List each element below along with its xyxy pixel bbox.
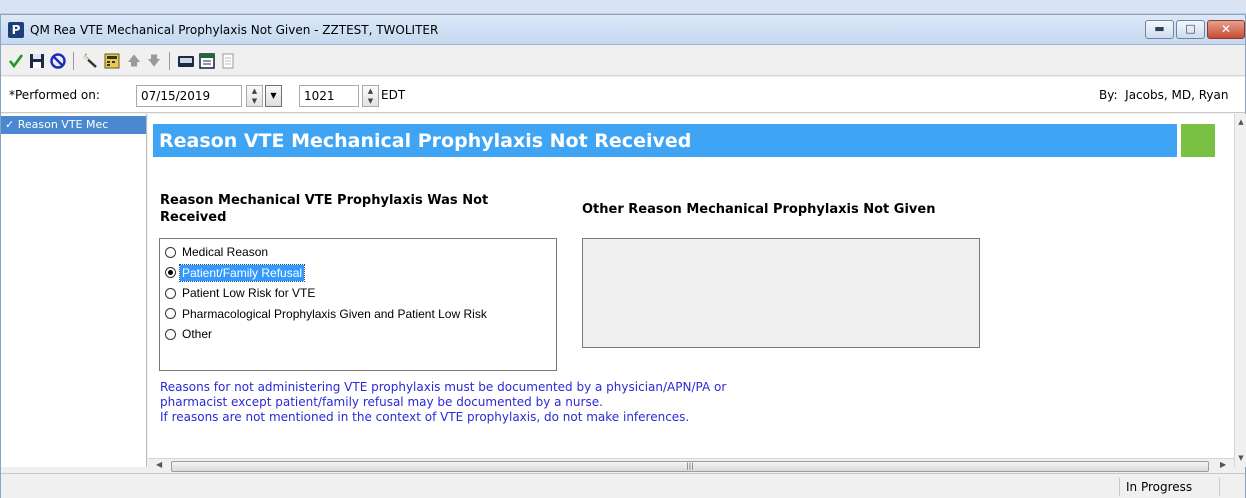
- form-content: Reason VTE Mechanical Prophylaxis Not Re…: [148, 114, 1234, 458]
- toolbar-separator: [169, 52, 170, 70]
- navigator-item-reason-vte[interactable]: ✓ Reason VTE Mec: [1, 116, 146, 134]
- section-navigator: ✓ Reason VTE Mec: [1, 114, 147, 467]
- performed-on-row: *Performed on: 07/15/2019 ▲ ▼ ▼ 1021 ▲ ▼ E…: [1, 77, 1245, 113]
- performed-time-field[interactable]: 1021: [299, 85, 359, 107]
- status-grip: [1219, 478, 1245, 496]
- background-app-strip: [0, 0, 1246, 14]
- radio-button-selected[interactable]: [165, 267, 176, 279]
- radio-button[interactable]: [165, 246, 176, 258]
- radio-label: Pharmacological Prophylaxis Given and Pa…: [182, 306, 487, 321]
- wand-icon[interactable]: [81, 52, 99, 70]
- other-reason-textarea[interactable]: [582, 238, 980, 348]
- keyboard-icon[interactable]: [177, 52, 195, 70]
- section-status-indicator: [1181, 124, 1215, 157]
- check-icon: ✓: [5, 118, 15, 131]
- calendar-icon[interactable]: [198, 52, 216, 70]
- document-icon[interactable]: [219, 52, 237, 70]
- scroll-left-icon[interactable]: ◀: [156, 460, 162, 469]
- reason-radio-group: Medical Reason Patient/Family Refusal Pa…: [159, 238, 557, 371]
- radio-option-other[interactable]: Other: [165, 324, 556, 345]
- status-bar: In Progress: [1, 473, 1245, 498]
- instruction-note-line-1: Reasons for not administering VTE prophy…: [160, 380, 727, 409]
- up-arrow-icon[interactable]: 🡅: [125, 52, 143, 70]
- vertical-scrollbar[interactable]: ▲ ▼: [1234, 114, 1246, 467]
- sign-checkmark-icon[interactable]: [7, 52, 25, 70]
- minimize-button[interactable]: ▬: [1145, 20, 1174, 39]
- radio-label: Patient Low Risk for VTE: [182, 286, 316, 301]
- close-icon: ✕: [1220, 22, 1232, 36]
- horizontal-scrollbar[interactable]: ◀ ||| ▶: [148, 458, 1234, 473]
- radio-option-patient-family-refusal[interactable]: Patient/Family Refusal: [165, 263, 556, 284]
- title-bar: P QM Rea VTE Mechanical Prophylaxis Not …: [1, 15, 1245, 45]
- section-title: Reason VTE Mechanical Prophylaxis Not Re…: [159, 130, 692, 152]
- performed-by: By: Jacobs, MD, Ryan: [1099, 88, 1228, 102]
- app-icon: P: [8, 22, 24, 38]
- instruction-note-line-2: If reasons are not mentioned in the cont…: [160, 410, 690, 424]
- performed-date-field[interactable]: 07/15/2019: [136, 85, 242, 107]
- radio-button[interactable]: [165, 328, 176, 340]
- toolbar: 🡅 🡇: [1, 46, 1245, 76]
- radio-option-pharmacological-prophylaxis[interactable]: Pharmacological Prophylaxis Given and Pa…: [165, 304, 556, 325]
- section-header: Reason VTE Mechanical Prophylaxis Not Re…: [153, 124, 1177, 157]
- toolbar-separator: [73, 52, 74, 70]
- radio-option-medical-reason[interactable]: Medical Reason: [165, 242, 556, 263]
- chevron-down-icon: ▼: [270, 91, 277, 100]
- scroll-up-icon[interactable]: ▲: [1235, 118, 1246, 126]
- performed-by-label: By:: [1099, 88, 1118, 102]
- performed-on-label: *Performed on:: [9, 88, 100, 102]
- close-button[interactable]: ✕: [1207, 20, 1245, 39]
- status-text: In Progress: [1119, 478, 1219, 496]
- navigator-item-label: Reason VTE Mec: [17, 118, 109, 131]
- save-icon[interactable]: [28, 52, 46, 70]
- radio-option-patient-low-risk[interactable]: Patient Low Risk for VTE: [165, 283, 556, 304]
- maximize-icon: □: [1185, 22, 1196, 35]
- performed-by-name: Jacobs, MD, Ryan: [1125, 88, 1229, 102]
- maximize-button[interactable]: □: [1176, 20, 1205, 39]
- question-1-label: Reason Mechanical VTE Prophylaxis Was No…: [160, 193, 489, 225]
- calculator-form-icon[interactable]: [103, 52, 121, 70]
- time-spinner[interactable]: ▲ ▼: [362, 85, 379, 107]
- date-dropdown-button[interactable]: ▼: [265, 85, 282, 107]
- radio-label: Other: [182, 327, 213, 342]
- horizontal-scroll-thumb[interactable]: |||: [171, 461, 1209, 472]
- down-arrow-icon[interactable]: 🡇: [145, 52, 163, 70]
- window-title: QM Rea VTE Mechanical Prophylaxis Not Gi…: [30, 23, 439, 37]
- radio-label: Patient/Family Refusal: [178, 263, 306, 282]
- radio-label: Medical Reason: [182, 245, 269, 260]
- instruction-note: Reasons for not administering VTE prophy…: [160, 380, 770, 425]
- question-2-label: Other Reason Mechanical Prophylaxis Not …: [582, 202, 936, 217]
- radio-button[interactable]: [165, 308, 176, 320]
- cancel-icon[interactable]: [49, 52, 67, 70]
- form-window: P QM Rea VTE Mechanical Prophylaxis Not …: [0, 14, 1246, 498]
- minimize-icon: ▬: [1154, 22, 1165, 35]
- radio-button[interactable]: [165, 287, 176, 299]
- date-spinner[interactable]: ▲ ▼: [246, 85, 263, 107]
- scroll-down-icon[interactable]: ▼: [1235, 454, 1246, 462]
- scroll-right-icon[interactable]: ▶: [1220, 460, 1226, 469]
- timezone-label: EDT: [381, 88, 406, 102]
